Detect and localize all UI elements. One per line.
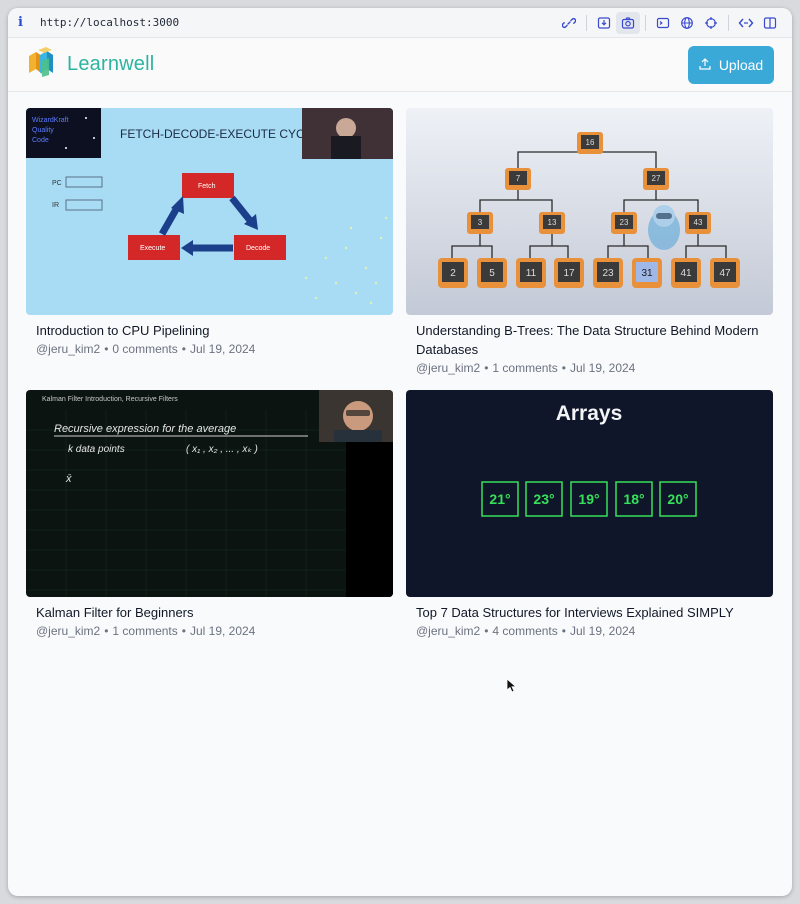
thumb-heading: FETCH-DECODE-EXECUTE CYCLE (120, 127, 319, 141)
thumb-step-fetch: Fetch (198, 183, 216, 190)
upload-label: Upload (718, 56, 764, 73)
download-icon[interactable] (592, 12, 616, 34)
url-text[interactable]: http://localhost:3000 (40, 16, 179, 29)
thumb-badge-line3: Code (32, 137, 49, 144)
link-icon[interactable] (557, 12, 581, 34)
btree-leaf: 17 (563, 268, 575, 279)
video-thumbnail[interactable]: 16 7 27 3 13 23 43 2 5 11 17 23 31 41 47 (406, 108, 773, 315)
video-title[interactable]: Kalman Filter for Beginners (26, 603, 393, 622)
btree-l1-a: 7 (516, 174, 521, 183)
video-thumbnail[interactable]: Arrays 21° 23° 19° 18° 20° (406, 390, 773, 597)
app-header: Learnwell Upload (8, 38, 792, 92)
btree-l2-d: 43 (694, 218, 703, 227)
thumb-line3: ( x₁ , x₂ , ... , xₖ ) (186, 444, 258, 455)
video-comments: 0 comments (112, 342, 178, 356)
video-thumbnail[interactable]: Kalman Filter Introduction, Recursive Fi… (26, 390, 393, 597)
code-icon[interactable] (734, 12, 758, 34)
video-meta: @jeru_kim2 • 4 comments • Jul 19, 2024 (416, 624, 636, 638)
video-card[interactable]: Arrays 21° 23° 19° 18° 20° Top 7 Data St… (406, 390, 773, 640)
thumb-register-ir: IR (52, 202, 59, 209)
video-card[interactable]: WizardKraft Quality Code FETCH-DECODE-EX… (26, 108, 393, 358)
array-cell: 23° (533, 491, 554, 507)
btree-leaf: 23 (602, 268, 614, 279)
video-title[interactable]: Understanding B-Trees: The Data Structur… (406, 321, 773, 359)
btree-l2-a: 3 (478, 218, 483, 227)
video-comments: 4 comments (492, 624, 558, 638)
thumb-register-pc: PC (52, 180, 62, 187)
video-author[interactable]: @jeru_kim2 (416, 624, 480, 638)
video-comments: 1 comments (112, 624, 178, 638)
sidebar-toggle-icon[interactable] (758, 12, 782, 34)
array-cell: 18° (623, 491, 644, 507)
video-date: Jul 19, 2024 (569, 624, 636, 638)
video-title[interactable]: Introduction to CPU Pipelining (26, 321, 393, 340)
btree-l2-c: 23 (620, 218, 629, 227)
btree-leaf: 31 (641, 268, 653, 279)
thumb-line4: x̄ (65, 473, 72, 485)
crosshair-icon[interactable] (699, 12, 723, 34)
video-title[interactable]: Top 7 Data Structures for Interviews Exp… (406, 603, 773, 622)
btree-leaf: 47 (719, 268, 731, 279)
video-author[interactable]: @jeru_kim2 (416, 361, 480, 375)
mouse-cursor-icon (506, 678, 518, 699)
thumb-badge-line1: WizardKraft (32, 117, 69, 124)
video-author[interactable]: @jeru_kim2 (36, 624, 100, 638)
logo-icon (26, 47, 58, 82)
browser-window: i http://localhost:3000 Learnwell Upload… (8, 8, 792, 896)
video-date: Jul 19, 2024 (189, 342, 256, 356)
info-icon[interactable]: i (18, 15, 40, 30)
upload-icon (699, 57, 711, 73)
thumb-heading: Arrays (556, 402, 623, 425)
thumb-step-execute: Execute (140, 245, 165, 252)
url-bar-toolbar (557, 11, 782, 34)
browser-url-bar: i http://localhost:3000 (8, 8, 792, 38)
brand-name: Learnwell (67, 53, 155, 75)
video-meta: @jeru_kim2 • 1 comments • Jul 19, 2024 (416, 361, 636, 375)
camera-icon[interactable] (616, 11, 640, 34)
thumb-line1: Recursive expression for the average (54, 423, 236, 435)
array-cell: 20° (667, 491, 688, 507)
btree-leaf: 41 (680, 268, 692, 279)
thumb-badge-line2: Quality (32, 127, 54, 134)
globe-icon[interactable] (675, 12, 699, 34)
video-meta: @jeru_kim2 • 0 comments • Jul 19, 2024 (36, 342, 256, 356)
btree-leaf: 5 (489, 268, 495, 279)
video-comments: 1 comments (492, 361, 558, 375)
video-date: Jul 19, 2024 (189, 624, 256, 638)
video-author[interactable]: @jeru_kim2 (36, 342, 100, 356)
video-card[interactable]: Kalman Filter Introduction, Recursive Fi… (26, 390, 393, 640)
array-cell: 19° (578, 491, 599, 507)
btree-root: 16 (586, 138, 595, 147)
terminal-icon[interactable] (651, 12, 675, 34)
btree-l2-b: 13 (548, 218, 557, 227)
video-meta: @jeru_kim2 • 1 comments • Jul 19, 2024 (36, 624, 256, 638)
thumb-heading: Kalman Filter Introduction, Recursive Fi… (42, 396, 178, 403)
video-thumbnail[interactable]: WizardKraft Quality Code FETCH-DECODE-EX… (26, 108, 393, 315)
thumb-line2: k data points (68, 444, 125, 455)
btree-l1-b: 27 (652, 174, 661, 183)
btree-leaf: 11 (526, 268, 537, 279)
video-date: Jul 19, 2024 (569, 361, 636, 375)
thumb-step-decode: Decode (246, 245, 270, 252)
array-cell: 21° (489, 491, 510, 507)
btree-leaf: 2 (450, 268, 456, 279)
brand[interactable]: Learnwell (26, 47, 154, 82)
video-card[interactable]: 16 7 27 3 13 23 43 2 5 11 17 23 31 41 47… (406, 108, 773, 377)
upload-button[interactable]: Upload (688, 45, 774, 84)
